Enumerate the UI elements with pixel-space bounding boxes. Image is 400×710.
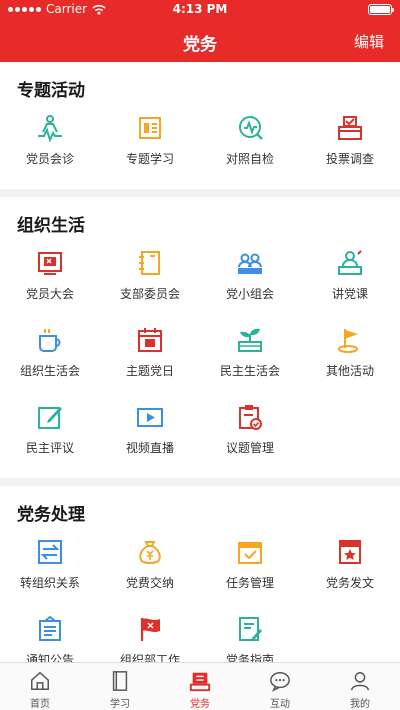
tab-party-affairs[interactable]: 党务	[160, 663, 240, 710]
flag-icon	[338, 329, 358, 353]
tab-label: 我的	[350, 699, 370, 710]
feature-label: 民主生活会	[219, 364, 280, 378]
feature-item[interactable]: 支部委员会	[100, 243, 200, 320]
feature-label: 对照自检	[225, 152, 274, 166]
section: 组织生活 党员大会 支部委员会 党小组会 讲党课 组织生活会 主题党日 民主生活…	[0, 197, 400, 478]
feature-grid: 党员大会 支部委员会 党小组会 讲党课 组织生活会 主题党日 民主生活会 其他活…	[0, 243, 400, 474]
person-icon	[351, 672, 369, 691]
feature-label: 其他活动	[325, 364, 374, 378]
group-meeting-icon	[238, 253, 262, 274]
money-bag-icon	[139, 541, 161, 564]
feature-item[interactable]: 投票调查	[300, 108, 400, 185]
clipboard-check-icon	[239, 405, 262, 430]
feature-item[interactable]: 任务管理	[200, 532, 300, 609]
main-content: 专题活动 党员会诊 专题学习 对照自检 投票调查 组织生活 党员大会 支部委员会 …	[0, 62, 400, 662]
feature-label: 组织生活会	[19, 364, 80, 378]
status-time: 4:13 PM	[172, 2, 228, 16]
top-bar: Carrier 4:13 PM 党务 编辑	[0, 0, 400, 62]
feature-item[interactable]: 讲党课	[300, 243, 400, 320]
feature-label: 党务指南	[225, 653, 274, 662]
home-icon	[31, 671, 49, 690]
feature-label: 党费交纳	[125, 576, 174, 590]
feature-item[interactable]: 党员大会	[0, 243, 100, 320]
section-title: 专题活动	[17, 81, 85, 101]
self-check-icon	[239, 116, 263, 140]
feature-label: 主题党日	[125, 364, 174, 378]
feature-label: 投票调查	[325, 152, 374, 166]
party-flag-board-icon	[38, 252, 62, 275]
feature-grid: 转组织关系 党费交纳 任务管理 党务发文 通知公告 组织部工作 党务指南	[0, 532, 400, 662]
feature-item[interactable]: 党员会诊	[0, 108, 100, 185]
feature-label: 转组织关系	[19, 576, 80, 590]
cup-icon	[39, 329, 61, 352]
feature-label: 专题学习	[125, 152, 174, 166]
guide-icon	[239, 617, 262, 641]
tab-label: 党务	[190, 699, 210, 710]
feature-label: 议题管理	[225, 441, 274, 455]
lecture-icon	[338, 250, 362, 275]
tab-book[interactable]: 学习	[80, 663, 160, 710]
feature-label: 任务管理	[225, 576, 274, 590]
feature-item[interactable]: 主题党日	[100, 320, 200, 397]
battery-icon	[368, 4, 394, 15]
tab-person[interactable]: 我的	[320, 663, 400, 710]
feature-label: 党务发文	[325, 576, 374, 590]
feature-label: 讲党课	[331, 287, 368, 301]
feature-item[interactable]: 党务指南	[200, 609, 300, 662]
edit-icon	[38, 407, 62, 429]
ballot-box-icon	[338, 116, 362, 140]
page-title: 党务	[183, 35, 217, 55]
feature-label: 党员大会	[25, 287, 74, 301]
feature-label: 党小组会	[225, 287, 274, 301]
chat-icon	[270, 672, 290, 692]
tab-label: 首页	[30, 699, 50, 710]
tab-home[interactable]: 首页	[0, 663, 80, 710]
notebook-icon	[139, 251, 160, 275]
feature-label: 民主评议	[25, 441, 74, 455]
feature-label: 组织部工作	[119, 653, 180, 662]
section: 专题活动 党员会诊 专题学习 对照自检 投票调查	[0, 62, 400, 189]
feature-item[interactable]: 其他活动	[300, 320, 400, 397]
party-flag-icon	[140, 618, 160, 641]
feature-label: 通知公告	[25, 653, 74, 662]
sprout-icon	[238, 328, 262, 352]
feature-item[interactable]: 组织部工作	[100, 609, 200, 662]
feature-item[interactable]: 党费交纳	[100, 532, 200, 609]
section-title: 组织生活	[17, 216, 85, 236]
transfer-icon	[38, 540, 62, 564]
status-bar: Carrier 4:13 PM	[0, 0, 400, 20]
edit-button[interactable]: 编辑	[354, 31, 384, 52]
feature-grid: 党员会诊 专题学习 对照自检 投票调查	[0, 108, 400, 185]
feature-item[interactable]: 对照自检	[200, 108, 300, 185]
tab-bar: 首页 学习 党务 互动 我的	[0, 662, 400, 710]
feature-item[interactable]: 党务发文	[300, 532, 400, 609]
notice-icon	[39, 615, 61, 641]
document-star-icon	[339, 540, 361, 564]
video-icon	[137, 408, 163, 427]
feature-item[interactable]: 通知公告	[0, 609, 100, 662]
feature-label: 支部委员会	[119, 287, 180, 301]
tab-label: 互动	[270, 699, 290, 710]
feature-item[interactable]: 议题管理	[200, 397, 300, 474]
study-icon	[139, 117, 161, 139]
section: 党务处理 转组织关系 党费交纳 任务管理 党务发文 通知公告 组织部工作 党务指…	[0, 486, 400, 662]
feature-item[interactable]: 视频直播	[100, 397, 200, 474]
consultation-icon	[38, 115, 62, 142]
book-icon	[112, 671, 128, 691]
feature-item[interactable]: 转组织关系	[0, 532, 100, 609]
section-title: 党务处理	[17, 505, 85, 525]
feature-item[interactable]: 民主生活会	[200, 320, 300, 397]
task-icon	[238, 542, 262, 564]
tab-chat[interactable]: 互动	[240, 663, 320, 710]
feature-label: 党员会诊	[25, 152, 74, 166]
feature-item[interactable]: 民主评议	[0, 397, 100, 474]
feature-label: 视频直播	[125, 441, 174, 455]
feature-item[interactable]: 专题学习	[100, 108, 200, 185]
feature-item[interactable]: 组织生活会	[0, 320, 100, 397]
tab-label: 学习	[110, 699, 130, 710]
calendar-flag-icon	[138, 328, 162, 352]
feature-item[interactable]: 党小组会	[200, 243, 300, 320]
party-affairs-icon	[189, 672, 211, 692]
